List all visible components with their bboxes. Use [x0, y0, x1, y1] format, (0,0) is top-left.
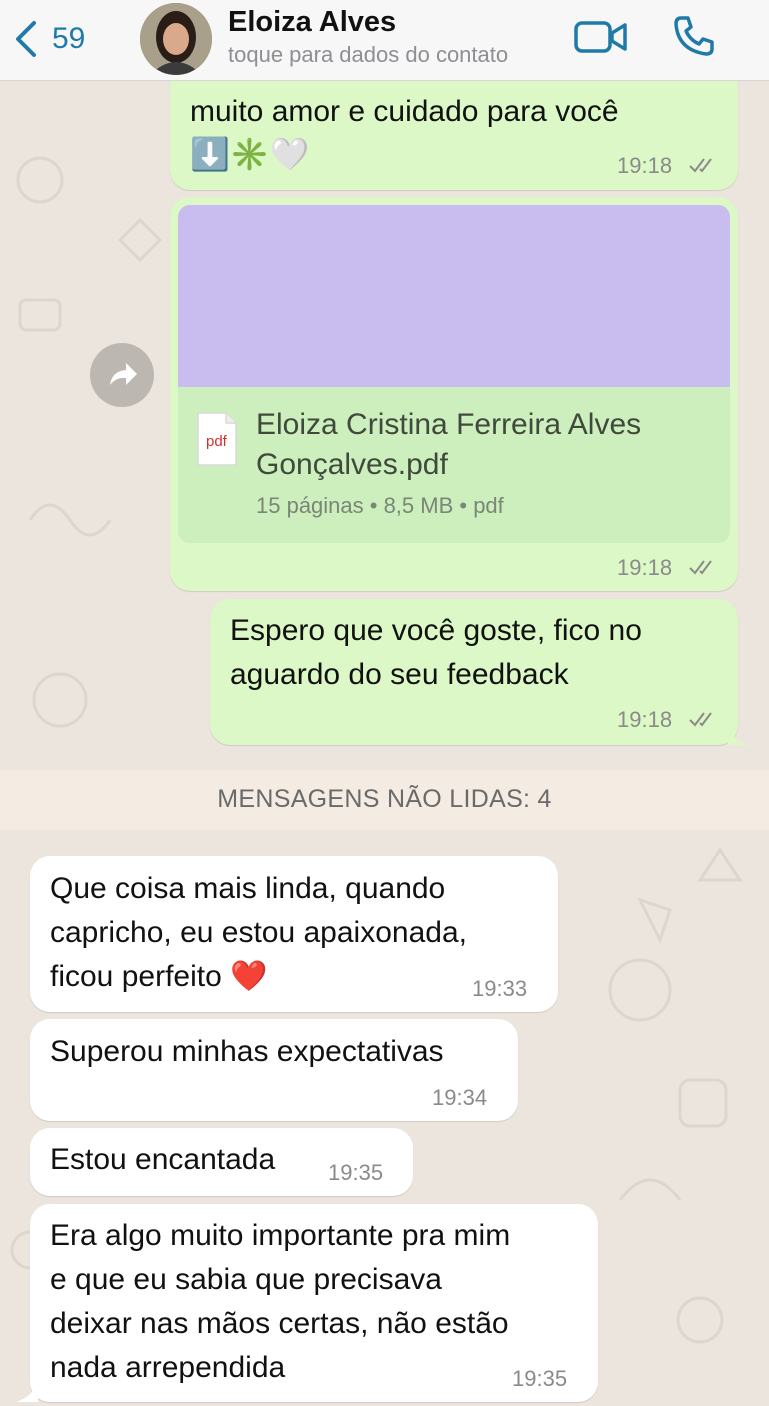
- incoming-message[interactable]: Que coisa mais linda, quando capricho, e…: [30, 856, 558, 1012]
- bubble-tail: [16, 1380, 38, 1402]
- message-time: 19:18: [617, 555, 673, 580]
- contact-name[interactable]: Eloiza Alves: [228, 6, 396, 39]
- message-time: 19:18: [617, 707, 673, 732]
- unread-chats-count: 59: [52, 22, 86, 55]
- pdf-file-label: pdf: [206, 433, 227, 450]
- message-time: 19:35: [328, 1160, 384, 1185]
- message-time: 19:35: [512, 1366, 568, 1391]
- bubble-tail: [728, 725, 750, 745]
- message-time: 19:34: [432, 1085, 488, 1110]
- message-text-line1: Era algo muito importante pra mim: [50, 1219, 511, 1252]
- document-meta: 15 páginas • 8,5 MB • pdf: [256, 493, 504, 518]
- message-time: 19:33: [472, 976, 528, 1001]
- message-time: 19:18: [617, 153, 673, 178]
- video-call-icon[interactable]: [574, 20, 628, 54]
- phone-icon[interactable]: [672, 14, 716, 58]
- message-text-line3: deixar nas mãos certas, não estão: [50, 1307, 509, 1340]
- back-button[interactable]: 59: [12, 14, 85, 64]
- document-name-line2: Gonçalves.pdf: [256, 448, 448, 481]
- document-info[interactable]: pdf Eloiza Cristina Ferreira Alves Gonça…: [178, 387, 730, 543]
- outgoing-message[interactable]: Espero que você goste, fico no aguardo d…: [210, 599, 738, 745]
- read-ticks-icon: [689, 712, 712, 727]
- incoming-message[interactable]: Estou encantada 19:35: [30, 1128, 413, 1196]
- outgoing-document-message[interactable]: pdf Eloiza Cristina Ferreira Alves Gonça…: [170, 197, 738, 591]
- forward-arrow-icon: [110, 363, 137, 385]
- contact-avatar[interactable]: [140, 3, 212, 75]
- document-preview[interactable]: [178, 205, 730, 387]
- message-text-line2: aguardo do seu feedback: [230, 658, 569, 691]
- message-text-line3: ficou perfeito ❤️: [50, 960, 268, 993]
- document-name-line1: Eloiza Cristina Ferreira Alves: [256, 408, 642, 441]
- avatar-image: [140, 3, 212, 75]
- read-ticks-icon: [689, 158, 712, 173]
- chat-header: 59 Eloiza Alves toque para dados do cont…: [0, 0, 769, 81]
- incoming-message[interactable]: Superou minhas expectativas 19:34: [30, 1019, 518, 1121]
- message-text-line1: Que coisa mais linda, quando: [50, 872, 446, 905]
- unread-banner-text: MENSAGENS NÃO LIDAS: 4: [217, 785, 552, 813]
- forward-button[interactable]: [90, 343, 154, 407]
- incoming-message[interactable]: Era algo muito importante pra mim e que …: [30, 1204, 598, 1402]
- message-text: muito amor e cuidado para você: [190, 95, 619, 128]
- back-chevron-icon: [16, 21, 36, 57]
- message-text-line2: capricho, eu estou apaixonada,: [50, 916, 467, 949]
- message-text-line4: nada arrependida: [50, 1351, 286, 1384]
- read-ticks-icon: [689, 560, 712, 575]
- message-emoji: ⬇️✳️🤍: [190, 136, 310, 172]
- message-text-line2: e que eu sabia que precisava: [50, 1263, 442, 1296]
- message-text: Superou minhas expectativas: [50, 1035, 444, 1068]
- unread-messages-banner: MENSAGENS NÃO LIDAS: 4: [0, 770, 769, 830]
- message-text: Estou encantada: [50, 1143, 276, 1176]
- contact-subtitle[interactable]: toque para dados do contato: [228, 42, 508, 68]
- message-text-line1: Espero que você goste, fico no: [230, 614, 642, 647]
